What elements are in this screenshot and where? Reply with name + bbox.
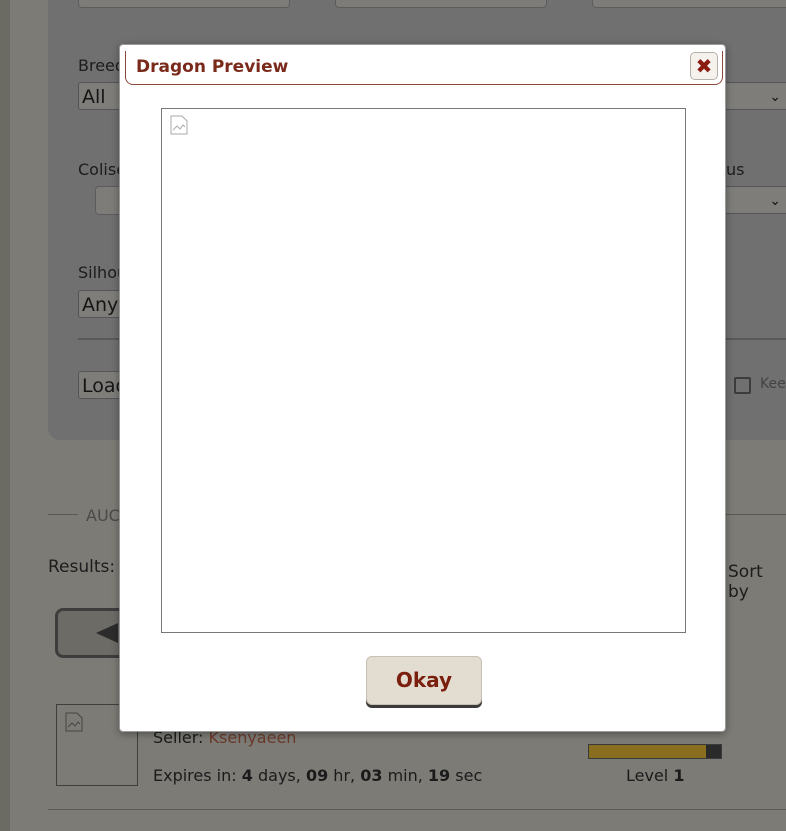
auction-divider-left: [48, 514, 78, 515]
chevron-down-icon: ⌄: [769, 89, 781, 105]
expires-line: Expires in: 4 days, 09 hr, 03 min, 19 se…: [153, 766, 482, 785]
results-label: Results:: [48, 557, 116, 577]
keep-label: Kee: [760, 376, 786, 392]
expires-minutes-unit: min,: [387, 766, 423, 785]
dragon-preview-image: [161, 108, 686, 633]
expires-seconds-unit: sec: [455, 766, 483, 785]
level-line: Level 1: [626, 766, 684, 785]
dragon-preview-dialog: Dragon Preview ✖ Okay: [119, 44, 726, 732]
expires-prefix: Expires in:: [153, 766, 237, 785]
close-button[interactable]: ✖: [690, 52, 718, 80]
filter-input-3[interactable]: [592, 0, 786, 8]
chevron-down-icon: ⌄: [769, 193, 781, 209]
filter-input-2[interactable]: [335, 0, 547, 8]
expires-hours-unit: hr,: [333, 766, 356, 785]
close-icon: ✖: [695, 54, 713, 78]
page-left-edge: [0, 0, 10, 831]
broken-image-icon: [170, 115, 188, 135]
broken-image-icon: [65, 712, 83, 732]
expires-days: 4: [241, 766, 253, 785]
level-value: 1: [673, 766, 685, 785]
expires-days-unit: days,: [257, 766, 301, 785]
expires-hours: 09: [305, 766, 329, 785]
expires-seconds: 19: [427, 766, 451, 785]
filter-input-1[interactable]: [78, 0, 290, 8]
auction-section-label: AUC: [86, 506, 120, 525]
arrow-left-icon: [96, 623, 118, 643]
keep-checkbox[interactable]: [734, 377, 751, 394]
level-label: Level: [626, 766, 669, 785]
expires-minutes: 03: [360, 766, 383, 785]
listing-divider: [48, 809, 786, 810]
experience-bar-fill: [589, 745, 707, 758]
breed-label: Breed: [78, 56, 126, 75]
okay-button[interactable]: Okay: [366, 656, 482, 705]
experience-bar: [588, 744, 722, 759]
dialog-title: Dragon Preview: [136, 57, 289, 77]
auction-divider-right: [726, 514, 786, 515]
filter-divider-right: [726, 338, 786, 340]
status-label: us: [726, 160, 745, 179]
sort-label: Sort by: [728, 562, 763, 602]
